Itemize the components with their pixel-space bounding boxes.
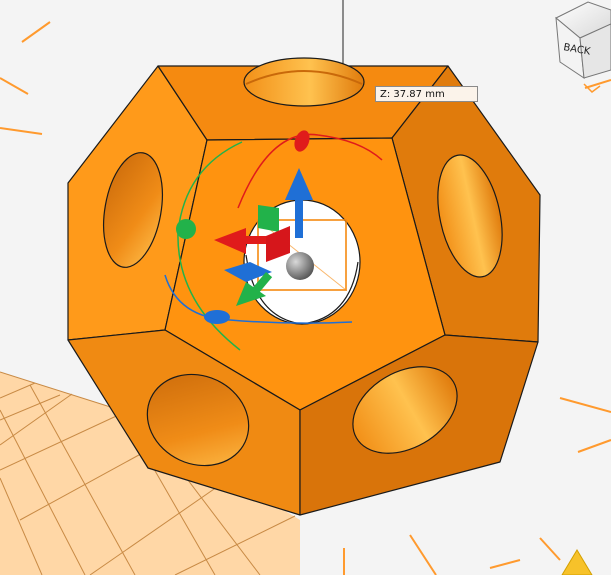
yz-plane[interactable] — [258, 205, 279, 232]
y-ring-handle[interactable] — [176, 219, 196, 239]
3d-viewport[interactable]: BACK Z: 37.87 mm — [0, 0, 611, 575]
view-cube[interactable]: BACK — [555, 1, 611, 93]
free-move-sphere[interactable] — [286, 252, 314, 280]
hole-top — [243, 57, 365, 107]
z-ring-handle[interactable] — [204, 310, 230, 324]
coordinate-tooltip: Z: 37.87 mm — [375, 86, 478, 102]
scene-canvas[interactable]: BACK — [0, 0, 611, 575]
z-arrow-shaft[interactable] — [295, 198, 303, 238]
warning-icon[interactable] — [561, 549, 593, 575]
